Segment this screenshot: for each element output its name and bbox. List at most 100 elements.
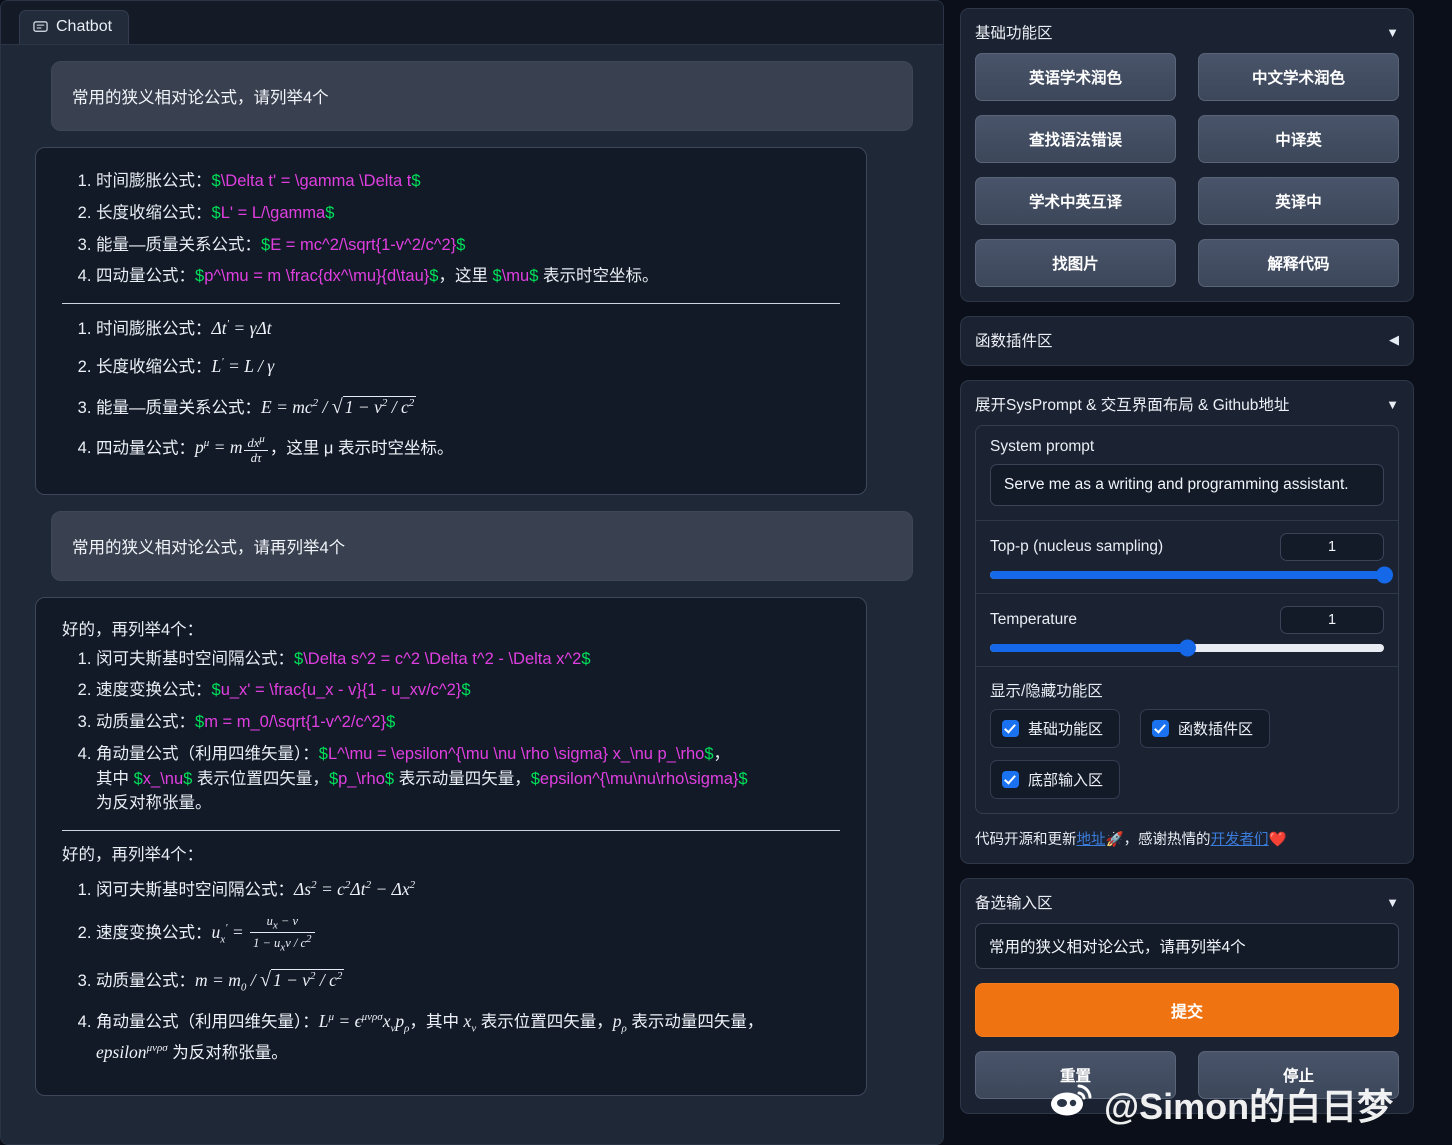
rendered-math-list: 时间膨胀公式：Δt′ = γΔt 长度收缩公式：L′ = L / γ 能量—质量… <box>62 314 840 466</box>
system-prompt-input[interactable]: Serve me as a writing and programming as… <box>990 464 1384 506</box>
chevron-down-icon[interactable]: ▼ <box>1386 25 1399 40</box>
math-expression: Δt′ = γΔt <box>211 318 272 338</box>
tex-source: \Delta t' = \gamma \Delta t <box>220 172 412 190</box>
sysprompt-settings-box: System prompt Serve me as a writing and … <box>975 425 1399 814</box>
source-render-separator <box>62 830 840 832</box>
tex-source: m = m_0/\sqrt{1-v^2/c^2} <box>204 713 387 732</box>
system-prompt-label: System prompt <box>990 438 1095 455</box>
item-suffix: ，这里 <box>438 267 493 286</box>
divider <box>976 593 1398 594</box>
visibility-checkbox-group: 基础功能区 函数插件区 底部输入区 <box>990 709 1384 809</box>
tex-source: L^\mu = \epsilon^{\mu \nu \rho \sigma} x… <box>327 744 705 763</box>
item-label: 闵可夫斯基时空间隔公式： <box>96 881 294 900</box>
developers-link[interactable]: 开发者们 <box>1211 832 1269 848</box>
button-chinese-polish[interactable]: 中文学术润色 <box>1198 53 1399 101</box>
topp-slider-thumb[interactable] <box>1376 566 1393 584</box>
footer-credits: 代码开源和更新地址🚀，感谢热情的开发者们❤️ <box>975 828 1399 849</box>
chevron-down-icon[interactable]: ▼ <box>1386 397 1399 412</box>
item-suffix: 表示动量四矢量， <box>626 1013 764 1032</box>
submit-button[interactable]: 提交 <box>975 983 1399 1037</box>
button-explain-code[interactable]: 解释代码 <box>1198 239 1399 287</box>
tex-source: p^\mu = m \frac{dx^\mu}{d\tau} <box>204 267 430 286</box>
sidebar: 基础功能区 ▼ 英语学术润色 中文学术润色 查找语法错误 中译英 学术中英互译 … <box>960 0 1436 1145</box>
alt-input-panel-header[interactable]: 备选输入区 ▼ <box>975 891 1399 913</box>
dollar-delim: $ <box>384 769 395 788</box>
item-suffix: ，其中 <box>409 1013 464 1032</box>
list-item: 闵可夫斯基时空间隔公式：Δs2 = c2Δt2 − Δx2 <box>96 875 840 903</box>
reset-button[interactable]: 重置 <box>975 1051 1176 1099</box>
bot-lead-text: 好的，再列举4个： <box>62 620 204 639</box>
button-zh-to-en[interactable]: 中译英 <box>1198 115 1399 163</box>
checkbox-plugin-area[interactable]: 函数插件区 <box>1140 709 1271 748</box>
math-expression: pρ <box>612 1011 627 1035</box>
item-label: 能量—质量关系公式： <box>96 235 261 254</box>
item-suffix: ， <box>713 744 731 763</box>
item-label: 时间膨胀公式： <box>96 172 212 190</box>
list-item: 能量—质量关系公式：$E = mc^2/\sqrt{1-v^2/c^2}$ <box>96 233 840 258</box>
divider <box>976 666 1398 667</box>
user-message: 常用的狭义相对论公式，请再列举4个 <box>51 510 913 581</box>
repo-link[interactable]: 地址 <box>1077 832 1106 848</box>
dollar-delim: $ <box>704 744 714 763</box>
tex-source: E = mc^2/\sqrt{1-v^2/c^2} <box>270 235 457 254</box>
item-label: 长度收缩公式： <box>96 358 212 377</box>
dollar-delim: $ <box>318 744 328 763</box>
dollar-delim: $ <box>133 769 143 788</box>
plugin-panel-header[interactable]: 函数插件区 ◀ <box>975 329 1399 351</box>
math-expression: pμ = m dxμ dτ <box>195 433 270 465</box>
basic-panel-header[interactable]: 基础功能区 ▼ <box>975 21 1399 43</box>
stop-button[interactable]: 停止 <box>1198 1051 1399 1099</box>
bot-message: 好的，再列举4个： 闵可夫斯基时空间隔公式：$\Delta s^2 = c^2 … <box>35 596 867 1096</box>
dollar-delim: $ <box>325 203 335 222</box>
temperature-value-input[interactable]: 1 <box>1280 606 1384 634</box>
divider <box>976 520 1398 521</box>
temperature-slider-thumb[interactable] <box>1179 639 1196 657</box>
item-label: 速度变换公式： <box>96 681 212 700</box>
dollar-delim: $ <box>211 203 221 222</box>
tex-source: L' = L/\gamma <box>220 203 326 222</box>
item-label: 动质量公式： <box>96 972 195 991</box>
chatbot-panel: Chatbot 常用的狭义相对论公式，请列举4个 时间膨胀公式：$\Delta … <box>0 0 944 1145</box>
dollar-delim: $ <box>261 235 271 254</box>
temperature-label: Temperature <box>990 611 1078 628</box>
item-label: 能量—质量关系公式： <box>96 398 261 417</box>
checkbox-basic-area[interactable]: 基础功能区 <box>990 709 1121 748</box>
list-item: 长度收缩公式：$L' = L/\gamma$ <box>96 201 840 226</box>
button-english-polish[interactable]: 英语学术润色 <box>975 53 1176 101</box>
rocket-icon: 🚀 <box>1105 832 1124 848</box>
sysprompt-panel-header[interactable]: 展开SysPrompt & 交互界面布局 & Github地址 ▼ <box>975 393 1399 415</box>
plugin-function-panel: 函数插件区 ◀ <box>960 316 1414 366</box>
item-label: 角动量公式（利用四维矢量）： <box>96 1013 319 1032</box>
math-expression: ux′ = ux − v1 − uxv / c2 <box>212 914 317 953</box>
checkmark-icon <box>1002 720 1019 737</box>
topp-value-input[interactable]: 1 <box>1280 533 1384 561</box>
math-expression: E = mc2 / √ 1 − v2 / c2 <box>261 395 417 418</box>
rendered-math-list: 闵可夫斯基时空间隔公式：Δs2 = c2Δt2 − Δx2 速度变换公式：ux′… <box>62 875 840 1066</box>
topp-slider[interactable] <box>990 566 1393 584</box>
checkbox-bottom-input-area[interactable]: 底部输入区 <box>990 760 1121 799</box>
button-academic-zh-en[interactable]: 学术中英互译 <box>975 177 1176 225</box>
math-expression: L′ = L / γ <box>211 356 275 377</box>
topp-slider-fill <box>990 571 1384 579</box>
button-en-to-zh[interactable]: 英译中 <box>1198 177 1399 225</box>
tab-chatbot[interactable]: Chatbot <box>19 10 130 44</box>
alt-input-panel-title: 备选输入区 <box>975 895 1053 912</box>
list-item: 角动量公式（利用四维矢量）：Lμ = ϵμνρσxνpρ，其中 xν 表示位置四… <box>96 1007 840 1066</box>
button-find-grammar-errors[interactable]: 查找语法错误 <box>975 115 1176 163</box>
button-find-image[interactable]: 找图片 <box>975 239 1176 287</box>
list-item: 闵可夫斯基时空间隔公式：$\Delta s^2 = c^2 \Delta t^2… <box>96 647 840 672</box>
chevron-down-icon[interactable]: ▼ <box>1386 895 1399 910</box>
plugin-panel-title: 函数插件区 <box>975 333 1053 350</box>
temperature-slider[interactable] <box>990 639 1384 657</box>
dollar-delim: $ <box>211 681 221 700</box>
prompt-input[interactable]: 常用的狭义相对论公式，请再列举4个 <box>975 923 1399 969</box>
rendered-lead-text: 好的，再列举4个： <box>62 846 204 865</box>
item-suffix: 为反对称张量。 <box>167 1044 288 1063</box>
visibility-label: 显示/隐藏功能区 <box>990 683 1103 700</box>
tex-source: p_\rho <box>338 769 385 788</box>
dollar-delim: $ <box>530 769 540 788</box>
basic-panel-title: 基础功能区 <box>975 25 1053 42</box>
basic-button-grid: 英语学术润色 中文学术润色 查找语法错误 中译英 学术中英互译 英译中 找图片 … <box>975 53 1399 287</box>
chevron-left-icon[interactable]: ◀ <box>1389 332 1399 348</box>
dollar-delim: $ <box>386 713 396 732</box>
